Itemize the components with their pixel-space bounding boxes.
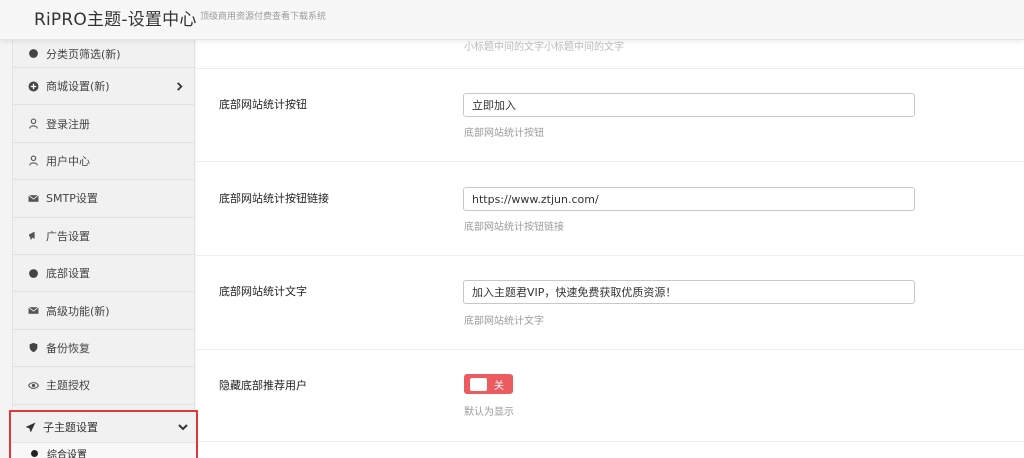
stats-button-link-input[interactable] (463, 187, 915, 211)
sidebar-item-label: 主题授权 (46, 379, 90, 393)
sidebar-item-smtp[interactable]: SMTP设置 (13, 180, 194, 218)
stats-text-input[interactable] (463, 280, 915, 304)
page-title: RiPRO主题-设置中心 (34, 10, 197, 30)
eye-icon (26, 378, 40, 392)
shield-icon (26, 341, 40, 355)
sidebar-item-category-filter[interactable]: 分类页筛选(新) (13, 40, 194, 68)
field-help-stats-text: 底部网站统计文字 (464, 316, 544, 327)
toggle-knob (470, 377, 487, 391)
sidebar-item-license[interactable]: 主题授权 (13, 367, 194, 405)
sidebar-subitem-label: 综合设置 (47, 449, 87, 458)
sidebar-item-label: 子主题设置 (43, 421, 98, 434)
sidebar-item-label: 底部设置 (46, 267, 90, 281)
partial-help-text: 小标题中间的文字小标题中间的文字 (464, 42, 624, 53)
field-label-stats-button-link: 底部网站统计按钮链接 (219, 192, 329, 205)
sidebar-subitem-general[interactable]: 综合设置 (11, 443, 196, 458)
app-header: RiPRO主题-设置中心 顶级商用资源付费查看下载系统 (0, 0, 1024, 40)
field-help-stats-button-link: 底部网站统计按钮链接 (464, 222, 564, 233)
sidebar-item-label: 登录注册 (46, 117, 90, 131)
chevron-down-icon (178, 422, 188, 432)
user-icon (26, 154, 40, 168)
row-divider (196, 441, 1024, 442)
sidebar-item-label: 分类页筛选(新) (46, 47, 121, 61)
sidebar-item-label: 高级功能(新) (46, 304, 110, 318)
row-divider (196, 161, 1024, 162)
field-label-stats-button: 底部网站统计按钮 (219, 98, 307, 111)
sidebar-item-backup[interactable]: 备份恢复 (13, 330, 194, 368)
dot-icon (26, 266, 40, 280)
envelope-icon (26, 191, 40, 205)
sidebar-item-label: 用户中心 (46, 154, 90, 168)
dot-icon (31, 449, 38, 457)
sidebar-item-label: 商城设置(新) (46, 80, 110, 94)
user-icon (26, 117, 40, 131)
stats-button-input[interactable] (463, 93, 915, 117)
toggle-state-label: 关 (494, 380, 504, 392)
dot-icon (26, 47, 40, 61)
sidebar-item-ads[interactable]: 广告设置 (13, 218, 194, 255)
paper-plane-icon (23, 420, 37, 434)
sidebar-item-shop-settings[interactable]: 商城设置(新) (13, 68, 194, 106)
row-divider (196, 349, 1024, 350)
child-theme-settings-highlight: 子主题设置 综合设置 (9, 410, 198, 458)
page-subtitle: 顶级商用资源付费查看下载系统 (200, 12, 327, 22)
sidebar-item-footer[interactable]: 底部设置 (13, 255, 194, 293)
circle-plus-icon (26, 79, 40, 93)
row-divider (196, 255, 1024, 256)
field-label-hide-recommended-users: 隐藏底部推荐用户 (219, 379, 307, 392)
settings-content: 小标题中间的文字小标题中间的文字 底部网站统计按钮 底部网站统计按钮 底部网站统… (196, 40, 1024, 458)
field-label-stats-text: 底部网站统计文字 (219, 285, 307, 298)
envelope-icon (26, 304, 40, 318)
sidebar-item-user-center[interactable]: 用户中心 (13, 143, 194, 181)
row-divider (196, 68, 1024, 69)
settings-sidebar: 分类页筛选(新) 商城设置(新) 登录注册 用户中心 SMTP设置 广告设置 底… (12, 40, 195, 458)
sidebar-item-label: 备份恢复 (46, 341, 90, 355)
sidebar-item-login-register[interactable]: 登录注册 (13, 105, 194, 143)
sidebar-item-label: 广告设置 (46, 229, 90, 243)
sidebar-item-advanced[interactable]: 高级功能(新) (13, 292, 194, 330)
chevron-right-icon (174, 81, 184, 91)
field-help-stats-button: 底部网站统计按钮 (464, 128, 544, 139)
hide-recommended-users-toggle[interactable]: 关 (464, 374, 513, 394)
field-help-hide-recommended-users: 默认为显示 (464, 407, 514, 418)
sidebar-item-label: SMTP设置 (46, 192, 98, 206)
sidebar-item-child-theme[interactable]: 子主题设置 (11, 412, 196, 443)
bullhorn-icon (26, 229, 40, 243)
